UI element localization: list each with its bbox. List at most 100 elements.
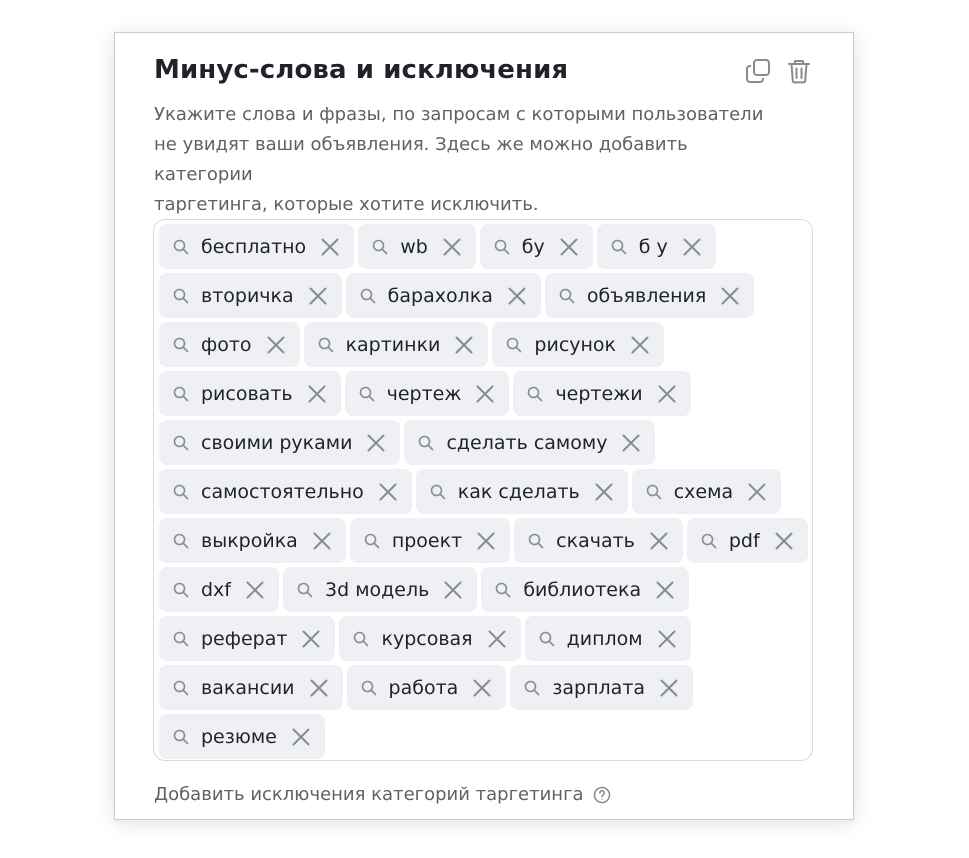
close-icon: [444, 581, 462, 598]
remove-tag-button[interactable]: [303, 380, 331, 408]
add-targeting-exclusions-link[interactable]: Добавить исключения категорий таргетинга: [154, 784, 611, 805]
close-icon: [477, 532, 495, 549]
keyword-tag[interactable]: картинки: [303, 322, 489, 367]
remove-tag-button[interactable]: [439, 576, 467, 604]
keyword-tag[interactable]: реферат: [159, 616, 336, 661]
remove-tag-button[interactable]: [316, 233, 344, 261]
copy-button[interactable]: [744, 57, 772, 85]
remove-tag-button[interactable]: [304, 282, 332, 310]
remove-tag-button[interactable]: [471, 380, 499, 408]
keyword-tag[interactable]: фото: [159, 322, 300, 367]
keyword-tag[interactable]: самостоятельно: [159, 469, 412, 514]
keyword-tag[interactable]: зарплата: [510, 665, 694, 710]
remove-tag-button[interactable]: [590, 478, 618, 506]
keyword-tag[interactable]: 3d модель: [283, 567, 478, 612]
negative-keywords-field[interactable]: бесплатно wb бу б у вторичка барахолка объявле…: [153, 219, 813, 761]
keyword-tag[interactable]: как сделать: [415, 469, 628, 514]
remove-tag-button[interactable]: [468, 674, 496, 702]
keyword-tag-label: dxf: [201, 578, 231, 601]
remove-tag-button[interactable]: [555, 233, 583, 261]
keyword-tag[interactable]: библиотека: [481, 567, 690, 612]
remove-tag-button[interactable]: [743, 478, 771, 506]
remove-tag-button[interactable]: [305, 674, 333, 702]
keyword-tag[interactable]: объявления: [544, 273, 755, 318]
keyword-tag[interactable]: барахолка: [345, 273, 541, 318]
close-icon: [367, 434, 385, 451]
delete-button[interactable]: [785, 57, 813, 85]
help-icon[interactable]: [593, 786, 611, 804]
negative-keywords-panel: Минус-слова и исключения Укажите слова и…: [114, 32, 854, 820]
remove-tag-button[interactable]: [678, 233, 706, 261]
keyword-tag[interactable]: проект: [349, 518, 511, 563]
tag-row: своими руками сделать самому: [159, 420, 812, 465]
search-icon: [419, 435, 434, 450]
keyword-tag[interactable]: чертеж: [344, 371, 510, 416]
keyword-tag[interactable]: бу: [479, 224, 593, 269]
remove-tag-button[interactable]: [503, 282, 531, 310]
keyword-tag-label: выкройка: [201, 529, 298, 552]
remove-tag-button[interactable]: [374, 478, 402, 506]
keyword-tag[interactable]: работа: [346, 665, 507, 710]
close-icon: [302, 630, 320, 647]
remove-tag-button[interactable]: [645, 527, 673, 555]
close-icon: [267, 336, 285, 353]
remove-tag-button[interactable]: [297, 625, 325, 653]
remove-tag-button[interactable]: [626, 331, 654, 359]
tag-row: бесплатно wb бу б у: [159, 224, 812, 269]
remove-tag-button[interactable]: [653, 625, 681, 653]
search-icon: [611, 239, 627, 254]
keyword-tag[interactable]: скачать: [514, 518, 683, 563]
keyword-tag[interactable]: рисовать: [159, 371, 341, 416]
keyword-tag[interactable]: своими руками: [159, 420, 401, 465]
keyword-tag[interactable]: wb: [358, 224, 476, 269]
remove-tag-button[interactable]: [362, 429, 390, 457]
search-icon: [559, 288, 575, 303]
remove-tag-button[interactable]: [241, 576, 269, 604]
keyword-tag[interactable]: вторичка: [159, 273, 342, 318]
close-icon: [308, 385, 326, 402]
keyword-tag-label: объявления: [586, 284, 707, 307]
remove-tag-button[interactable]: [308, 527, 336, 555]
remove-tag-button[interactable]: [450, 331, 478, 359]
tag-row: самостоятельно как сделать схема: [159, 469, 812, 514]
keyword-tag-label: рисунок: [534, 333, 617, 356]
keyword-tag[interactable]: сделать самому: [404, 420, 656, 465]
close-icon: [313, 532, 331, 549]
remove-tag-button[interactable]: [617, 429, 645, 457]
keyword-tag[interactable]: dxf: [159, 567, 279, 612]
keyword-tag-label: сделать самому: [446, 431, 608, 454]
keyword-tag[interactable]: резюме: [159, 714, 325, 759]
close-icon: [443, 238, 461, 255]
keyword-tag[interactable]: диплом: [524, 616, 691, 661]
search-icon: [430, 484, 446, 499]
remove-tag-button[interactable]: [716, 282, 744, 310]
remove-tag-button[interactable]: [438, 233, 466, 261]
search-icon: [297, 582, 313, 597]
keyword-tag[interactable]: схема: [631, 469, 782, 514]
search-icon: [528, 533, 544, 548]
remove-tag-button[interactable]: [472, 527, 500, 555]
description-line: Укажите слова и фразы, по запросам с кот…: [154, 104, 764, 125]
remove-tag-button[interactable]: [651, 576, 679, 604]
keyword-tag-label: самостоятельно: [201, 480, 364, 503]
keyword-tag[interactable]: pdf: [686, 518, 808, 563]
remove-tag-button[interactable]: [770, 527, 798, 555]
keyword-tag[interactable]: курсовая: [339, 616, 521, 661]
keyword-tag[interactable]: вакансии: [159, 665, 343, 710]
remove-tag-button[interactable]: [287, 723, 315, 751]
close-icon: [476, 385, 494, 402]
keyword-tag[interactable]: бесплатно: [159, 224, 355, 269]
remove-tag-button[interactable]: [483, 625, 511, 653]
keyword-tag[interactable]: б у: [596, 224, 716, 269]
keyword-tag-label: чертежи: [555, 382, 643, 405]
remove-tag-button[interactable]: [653, 380, 681, 408]
remove-tag-button[interactable]: [655, 674, 683, 702]
keyword-tag-label: вакансии: [201, 676, 295, 699]
keyword-tag[interactable]: чертежи: [513, 371, 691, 416]
keyword-tag[interactable]: выкройка: [159, 518, 346, 563]
search-icon: [173, 386, 189, 401]
search-icon: [528, 386, 543, 401]
remove-tag-button[interactable]: [262, 331, 290, 359]
keyword-tag[interactable]: рисунок: [492, 322, 665, 367]
close-icon: [508, 287, 526, 304]
